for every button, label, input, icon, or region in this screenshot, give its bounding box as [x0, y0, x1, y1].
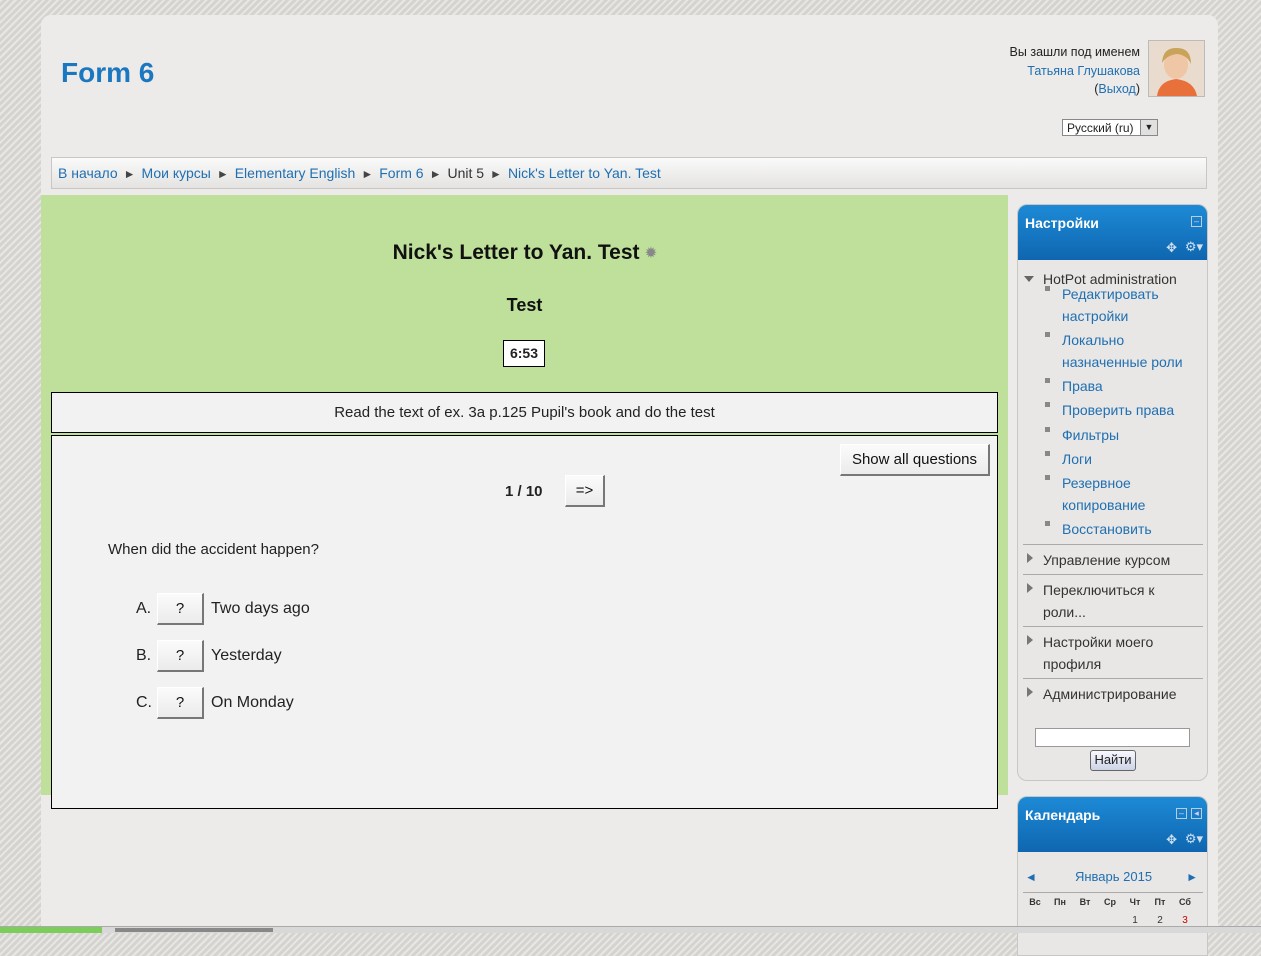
settings-item-check-permissions[interactable]: Проверить права — [1062, 399, 1202, 421]
language-select-value: Русский (ru) — [1067, 121, 1134, 135]
quiz-subtitle: Test — [506, 295, 543, 315]
bullet-icon — [1045, 427, 1050, 432]
answer-a-button[interactable]: ? — [157, 593, 204, 625]
calendar-weekday: Вт — [1079, 897, 1091, 907]
collapsed-triangle-icon[interactable] — [1027, 687, 1033, 697]
calendar-block-title: Календарь — [1025, 807, 1101, 823]
bullet-icon — [1045, 521, 1050, 526]
search-button[interactable]: Найти — [1090, 750, 1136, 771]
settings-item-edit[interactable]: Редактировать настройки — [1062, 283, 1202, 327]
move-icon[interactable]: ✥ — [1166, 832, 1177, 848]
calendar-weekday: Вс — [1029, 897, 1041, 907]
answer-c-text: On Monday — [211, 694, 294, 711]
answer-b-button[interactable]: ? — [157, 640, 204, 672]
question-text: When did the accident happen? — [108, 541, 319, 558]
bullet-icon — [1045, 475, 1050, 480]
divider — [1023, 626, 1203, 627]
calendar-weekday: Чт — [1129, 897, 1141, 907]
bullet-icon — [1045, 451, 1050, 456]
language-select[interactable]: Русский (ru) ▼ — [1062, 119, 1158, 136]
settings-search-input[interactable] — [1035, 728, 1190, 747]
settings-item-restore[interactable]: Восстановить — [1062, 518, 1202, 540]
breadcrumb-my-courses[interactable]: Мои курсы — [142, 165, 211, 181]
quiz-title-text: Nick's Letter to Yan. Test — [392, 241, 640, 264]
calendar-next-icon[interactable]: ► — [1186, 870, 1198, 884]
calendar-grid: Вс Пн Вт Ср Чт Пт Сб 1 2 3 — [1023, 892, 1203, 926]
breadcrumb-activity[interactable]: Nick's Letter to Yan. Test — [508, 165, 661, 181]
avatar[interactable] — [1148, 40, 1205, 97]
answer-letter-a: A. — [136, 600, 152, 617]
login-info: Вы зашли под именем Татьяна Глушакова (В… — [1010, 43, 1140, 99]
settings-item-local-roles[interactable]: Локально назначенные роли — [1062, 329, 1202, 373]
question-counter: 1 / 10 — [505, 483, 543, 500]
calendar-day[interactable]: 1 — [1123, 915, 1147, 926]
bullet-icon — [1045, 286, 1050, 291]
logout-link[interactable]: Выход — [1098, 82, 1135, 96]
logout-close: ) — [1135, 82, 1140, 96]
calendar-weekday: Ср — [1104, 897, 1116, 907]
question-panel: Show all questions 1 / 10 => When did th… — [51, 435, 998, 809]
breadcrumb-separator: ► — [216, 167, 229, 181]
breadcrumb-course[interactable]: Elementary English — [235, 165, 356, 181]
breadcrumb-separator: ► — [490, 167, 502, 181]
tree-node-administration[interactable]: Администрирование — [1043, 683, 1203, 705]
breadcrumb-home[interactable]: В начало — [58, 165, 118, 181]
bullet-icon — [1045, 378, 1050, 383]
quiz-region: Nick's Letter to Yan. Test ✹ Test 6:53 Re… — [41, 195, 1008, 809]
collapsed-triangle-icon[interactable] — [1027, 635, 1033, 645]
collapsed-triangle-icon[interactable] — [1027, 553, 1033, 563]
scrollbar-thumb[interactable] — [115, 928, 273, 932]
breadcrumb-separator: ► — [123, 167, 136, 181]
quiz-title: Nick's Letter to Yan. Test ✹ — [41, 241, 1008, 265]
dock-icon[interactable]: ◂ — [1191, 808, 1202, 819]
bullet-icon — [1045, 402, 1050, 407]
gear-icon[interactable]: ✹ — [646, 245, 657, 261]
answer-a-text: Two days ago — [211, 600, 310, 617]
user-name-link[interactable]: Татьяна Глушакова — [1027, 64, 1140, 78]
settings-block: Настройки – ✥ ⚙▾ HotPot administration Р… — [1017, 204, 1208, 781]
calendar-weekday: Пн — [1054, 897, 1066, 907]
settings-tree: HotPot administration Редактировать наст… — [1018, 205, 1207, 780]
divider — [1023, 678, 1203, 679]
answer-c-button[interactable]: ? — [157, 687, 204, 719]
collapse-icon[interactable]: – — [1176, 808, 1187, 819]
login-prefix: Вы зашли под именем — [1009, 45, 1140, 59]
settings-item-backup[interactable]: Резервное копирование — [1062, 472, 1202, 516]
divider — [1023, 574, 1203, 575]
next-question-button[interactable]: => — [565, 475, 605, 507]
show-all-questions-button[interactable]: Show all questions — [840, 444, 990, 476]
calendar-weekday: Пт — [1154, 897, 1166, 907]
avatar-photo-icon — [1149, 41, 1204, 96]
settings-item-filters[interactable]: Фильтры — [1062, 424, 1202, 446]
collapsed-triangle-icon[interactable] — [1027, 583, 1033, 593]
calendar-day[interactable]: 2 — [1148, 915, 1172, 926]
gear-icon[interactable]: ⚙▾ — [1185, 831, 1203, 847]
breadcrumb-unit: Unit 5 — [447, 165, 485, 181]
answer-letter-c: C. — [136, 694, 152, 711]
calendar-day-weekend[interactable]: 3 — [1173, 915, 1197, 926]
settings-item-permissions[interactable]: Права — [1062, 375, 1202, 397]
timer: 6:53 — [503, 340, 545, 367]
tree-node-switch-role[interactable]: Переключиться к роли... — [1043, 579, 1183, 623]
answer-letter-b: B. — [136, 647, 152, 664]
calendar-block-header: Календарь – ◂ ✥ ⚙▾ — [1018, 797, 1207, 852]
expanded-triangle-icon[interactable] — [1024, 276, 1034, 282]
answer-b-text: Yesterday — [211, 647, 282, 664]
instructions: Read the text of ex. 3a p.125 Pupil's bo… — [51, 392, 998, 433]
bullet-icon — [1045, 332, 1050, 337]
divider — [1023, 544, 1203, 545]
breadcrumb: В начало ► Мои курсы ► Elementary English ► Fo… — [51, 157, 1207, 189]
taskbar-start-strip — [0, 927, 102, 933]
settings-item-logs[interactable]: Логи — [1062, 448, 1202, 470]
breadcrumb-separator: ► — [361, 167, 374, 181]
chevron-down-icon: ▼ — [1140, 120, 1157, 135]
breadcrumb-separator: ► — [429, 167, 442, 181]
page: Form 6 Вы зашли под именем Татьяна Глуша… — [41, 15, 1218, 956]
tree-node-course-admin[interactable]: Управление курсом — [1043, 549, 1193, 571]
calendar-weekday: Сб — [1179, 897, 1191, 907]
site-title[interactable]: Form 6 — [61, 57, 154, 89]
breadcrumb-form[interactable]: Form 6 — [379, 165, 423, 181]
calendar-month[interactable]: Январь 2015 — [1018, 869, 1207, 884]
tree-node-my-profile[interactable]: Настройки моего профиля — [1043, 631, 1183, 675]
